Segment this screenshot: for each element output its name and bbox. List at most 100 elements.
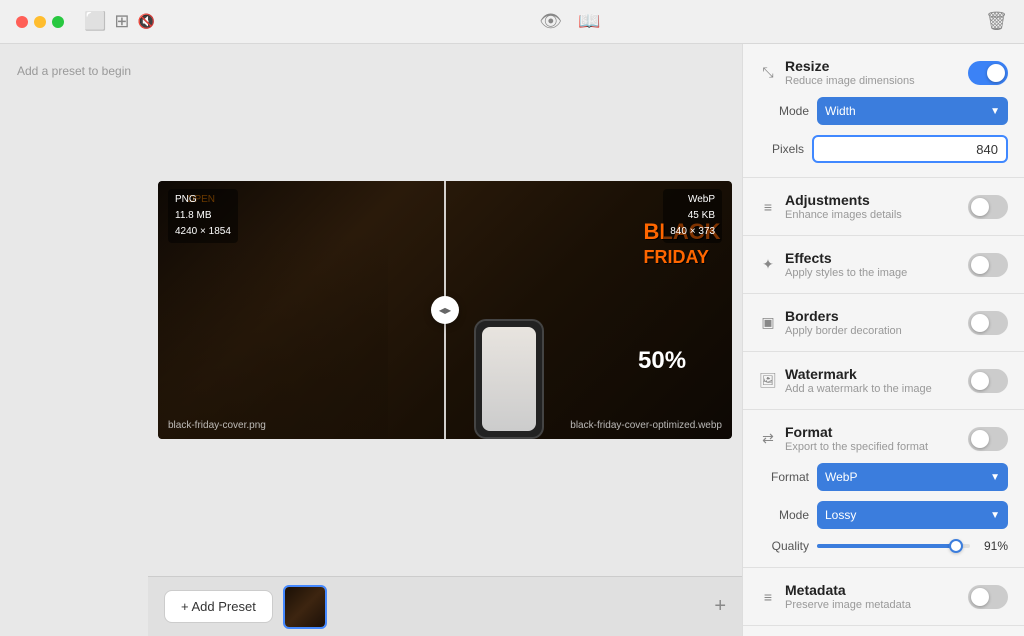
mode-label: Mode xyxy=(759,104,809,118)
sidebar-left: Add a preset to begin xyxy=(0,44,148,636)
mute-icon[interactable]: 🔇 xyxy=(138,13,155,30)
thumbnail-strip xyxy=(283,585,705,629)
format-mode-wrapper: Lossy ▼ xyxy=(817,501,1008,529)
format-select-wrapper: WebP ▼ xyxy=(817,463,1008,491)
watermark-toggle-track xyxy=(968,369,1008,393)
resize-toggle[interactable] xyxy=(968,61,1008,85)
image-left-label: PNG 11.8 MB 4240 × 1854 xyxy=(168,189,238,243)
titlebar: ⬜ ⊞ 🔇 👁 📖 🗑 xyxy=(0,0,1024,44)
effects-toggle[interactable] xyxy=(968,253,1008,277)
metadata-toggle[interactable] xyxy=(968,585,1008,609)
borders-title: Borders xyxy=(785,308,902,324)
borders-toggle[interactable] xyxy=(968,311,1008,335)
minimize-button[interactable] xyxy=(34,16,46,28)
metadata-icon: ≡ xyxy=(759,589,777,605)
borders-toggle-track xyxy=(968,311,1008,335)
pixels-input[interactable]: 840 xyxy=(812,135,1008,163)
bottom-bar: + Add Preset + xyxy=(148,576,742,636)
watermark-title: Watermark xyxy=(785,366,932,382)
watermark-header: 🖼 Watermark Add a watermark to the image xyxy=(759,366,1008,395)
canvas-area: BLACKFRIDAY 50% OPEN xyxy=(148,44,742,576)
trash-icon[interactable]: 🗑 xyxy=(985,11,1008,31)
metadata-header: ≡ Metadata Preserve image metadata xyxy=(759,582,1008,611)
format-title: Format xyxy=(785,424,928,440)
resize-title: Resize xyxy=(785,58,915,74)
quality-row: Quality 91% xyxy=(759,539,1008,553)
add-more-icon[interactable]: + xyxy=(714,595,726,618)
pixels-label: Pixels xyxy=(759,142,804,156)
quality-label: Quality xyxy=(759,539,809,553)
titlebar-left: ⬜ ⊞ 🔇 xyxy=(16,11,155,32)
format-mode-row: Mode Lossy ▼ xyxy=(759,501,1008,529)
adjustments-section: ≡ Adjustments Enhance images details xyxy=(743,178,1024,236)
titlebar-right: 🗑 xyxy=(985,11,1008,32)
titlebar-center: 👁 📖 xyxy=(539,11,600,32)
preview-icon[interactable]: 👁 xyxy=(539,11,562,32)
image-right-label: WebP 45 KB 840 × 373 xyxy=(663,189,722,243)
adjustments-subtitle: Enhance images details xyxy=(785,209,902,221)
effects-title-row: ✦ Effects Apply styles to the image xyxy=(759,250,907,279)
metadata-title-row: ≡ Metadata Preserve image metadata xyxy=(759,582,911,611)
format-label: Format xyxy=(759,470,809,484)
thumbnail-item[interactable] xyxy=(283,585,327,629)
format-section: ⇄ Format Export to the specified format … xyxy=(743,410,1024,568)
adjustments-icon: ≡ xyxy=(759,199,777,215)
format-select[interactable]: WebP ▼ xyxy=(817,463,1008,491)
rename-section: ✏ Rename Rename exported images xyxy=(743,626,1024,636)
sidebar-toggle-icon[interactable]: ⬜ xyxy=(84,11,106,32)
resize-subtitle: Reduce image dimensions xyxy=(785,75,915,87)
metadata-section: ≡ Metadata Preserve image metadata xyxy=(743,568,1024,626)
sidebar-hint-text: Add a preset to begin xyxy=(17,64,131,78)
format-toggle-thumb xyxy=(971,430,989,448)
thumbnail-image xyxy=(285,587,325,627)
resize-mode-row: Mode Width ▼ xyxy=(759,97,1008,125)
borders-section: ▣ Borders Apply border decoration xyxy=(743,294,1024,352)
add-preset-button[interactable]: + Add Preset xyxy=(164,590,273,623)
borders-icon: ▣ xyxy=(759,314,777,331)
right-panel: ⤡ Resize Reduce image dimensions Mode xyxy=(742,44,1024,636)
canvas-column: BLACKFRIDAY 50% OPEN xyxy=(148,44,742,636)
resize-section: ⤡ Resize Reduce image dimensions Mode xyxy=(743,44,1024,178)
format-format-row: Format WebP ▼ xyxy=(759,463,1008,491)
close-button[interactable] xyxy=(16,16,28,28)
quality-value: 91% xyxy=(978,539,1008,553)
slider-thumb[interactable] xyxy=(949,539,963,553)
watermark-toggle-thumb xyxy=(971,372,989,390)
format-title-row: ⇄ Format Export to the specified format xyxy=(759,424,928,453)
metadata-toggle-thumb xyxy=(971,588,989,606)
format-mode-label: Mode xyxy=(759,508,809,522)
format-mode-select[interactable]: Lossy ▼ xyxy=(817,501,1008,529)
slider-fill xyxy=(817,544,956,548)
mode-select[interactable]: Width ▼ xyxy=(817,97,1008,125)
resize-icon: ⤡ xyxy=(759,64,777,81)
effects-icon: ✦ xyxy=(759,256,777,273)
adjustments-title-row: ≡ Adjustments Enhance images details xyxy=(759,192,902,221)
grid-view-icon[interactable]: ⊞ xyxy=(114,11,129,32)
borders-title-row: ▣ Borders Apply border decoration xyxy=(759,308,902,337)
compare-icon[interactable]: 📖 xyxy=(578,11,600,32)
effects-subtitle: Apply styles to the image xyxy=(785,267,907,279)
quality-slider[interactable] xyxy=(817,544,970,548)
resize-toggle-thumb xyxy=(987,64,1005,82)
effects-section: ✦ Effects Apply styles to the image xyxy=(743,236,1024,294)
mode-select-wrapper: Width ▼ xyxy=(817,97,1008,125)
filename-right: black-friday-cover-optimized.webp xyxy=(570,420,722,431)
format-toggle-track xyxy=(968,427,1008,451)
adjustments-toggle-thumb xyxy=(971,198,989,216)
effects-header: ✦ Effects Apply styles to the image xyxy=(759,250,1008,279)
borders-header: ▣ Borders Apply border decoration xyxy=(759,308,1008,337)
maximize-button[interactable] xyxy=(52,16,64,28)
compare-handle[interactable]: ◀▶ xyxy=(431,296,459,324)
adjustments-toggle[interactable] xyxy=(968,195,1008,219)
watermark-section: 🖼 Watermark Add a watermark to the image xyxy=(743,352,1024,410)
borders-subtitle: Apply border decoration xyxy=(785,325,902,337)
image-compare[interactable]: BLACKFRIDAY 50% OPEN xyxy=(158,181,732,439)
format-toggle[interactable] xyxy=(968,427,1008,451)
effects-toggle-track xyxy=(968,253,1008,277)
format-subtitle: Export to the specified format xyxy=(785,441,928,453)
slider-track xyxy=(817,544,970,548)
adjustments-header: ≡ Adjustments Enhance images details xyxy=(759,192,1008,221)
watermark-toggle[interactable] xyxy=(968,369,1008,393)
adjustments-toggle-track xyxy=(968,195,1008,219)
metadata-toggle-track xyxy=(968,585,1008,609)
